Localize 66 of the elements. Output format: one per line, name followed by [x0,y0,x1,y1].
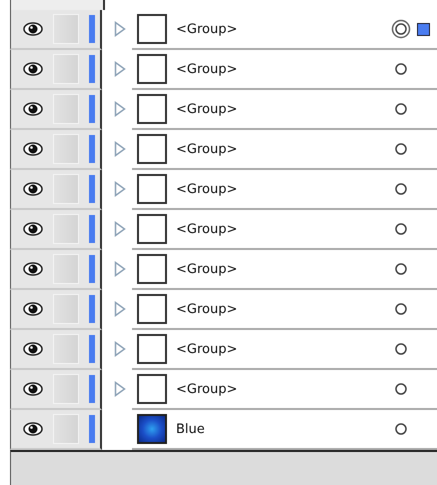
expand-triangle-icon[interactable] [114,61,126,77]
thumbnail [137,54,167,84]
layer-color-bar [89,135,95,163]
expand-triangle-icon[interactable] [114,381,126,397]
expand-triangle-icon[interactable] [114,221,126,237]
gradient-thumbnail [137,414,167,444]
eye-icon[interactable] [23,262,43,276]
lock-toggle[interactable] [53,294,79,324]
layer-name[interactable]: <Group> [176,182,391,196]
layer-name[interactable]: <Group> [176,342,391,356]
expand-triangle-icon[interactable] [114,341,126,357]
layer-color-bar [89,215,95,243]
lock-toggle[interactable] [53,374,79,404]
lock-toggle[interactable] [53,174,79,204]
layer-color-bar [89,255,95,283]
layer-name[interactable]: <Group> [176,62,391,76]
target-circle-icon[interactable] [391,19,411,39]
lock-toggle[interactable] [53,14,79,44]
thumbnail [137,254,167,284]
lock-toggle[interactable] [53,254,79,284]
layer-color-bar [89,375,95,403]
expand-triangle-icon[interactable] [114,21,126,37]
thumbnail [137,294,167,324]
eye-icon[interactable] [23,342,43,356]
expand-triangle-icon[interactable] [114,261,126,277]
layer-name[interactable]: <Group> [176,22,391,36]
eye-icon[interactable] [23,182,43,196]
layer-name[interactable]: <Group> [176,262,391,276]
eye-icon[interactable] [23,302,43,316]
thumbnail [137,134,167,164]
layer-name[interactable]: <Group> [176,142,391,156]
expand-triangle-icon[interactable] [114,181,126,197]
layer-name[interactable]: <Group> [176,382,391,396]
expand-triangle-icon[interactable] [114,141,126,157]
layer-name[interactable]: Blue [176,422,391,436]
eye-icon[interactable] [23,422,43,436]
thumbnail [137,334,167,364]
thumbnail [137,174,167,204]
thumbnail [137,14,167,44]
layer-color-bar [89,95,95,123]
layer-name[interactable]: <Group> [176,102,391,116]
layer-color-bar [89,15,95,43]
lock-toggle[interactable] [53,414,79,444]
layer-color-bar [89,175,95,203]
expand-triangle-icon[interactable] [114,301,126,317]
thumbnail [137,94,167,124]
lock-toggle[interactable] [53,334,79,364]
thumbnail [137,214,167,244]
layer-name[interactable]: <Group> [176,222,391,236]
layer-color-bar [89,295,95,323]
layer-color-bar [89,415,95,443]
layer-color-bar [89,335,95,363]
layer-name[interactable]: <Group> [176,302,391,316]
lock-toggle[interactable] [53,214,79,244]
lock-toggle[interactable] [53,54,79,84]
eye-icon[interactable] [23,22,43,36]
eye-icon[interactable] [23,382,43,396]
lock-toggle[interactable] [53,134,79,164]
layer-color-bar [89,55,95,83]
thumbnail [137,374,167,404]
eye-icon[interactable] [23,142,43,156]
eye-icon[interactable] [23,222,43,236]
lock-toggle[interactable] [53,94,79,124]
eye-icon[interactable] [23,62,43,76]
eye-icon[interactable] [23,102,43,116]
expand-triangle-icon[interactable] [114,101,126,117]
